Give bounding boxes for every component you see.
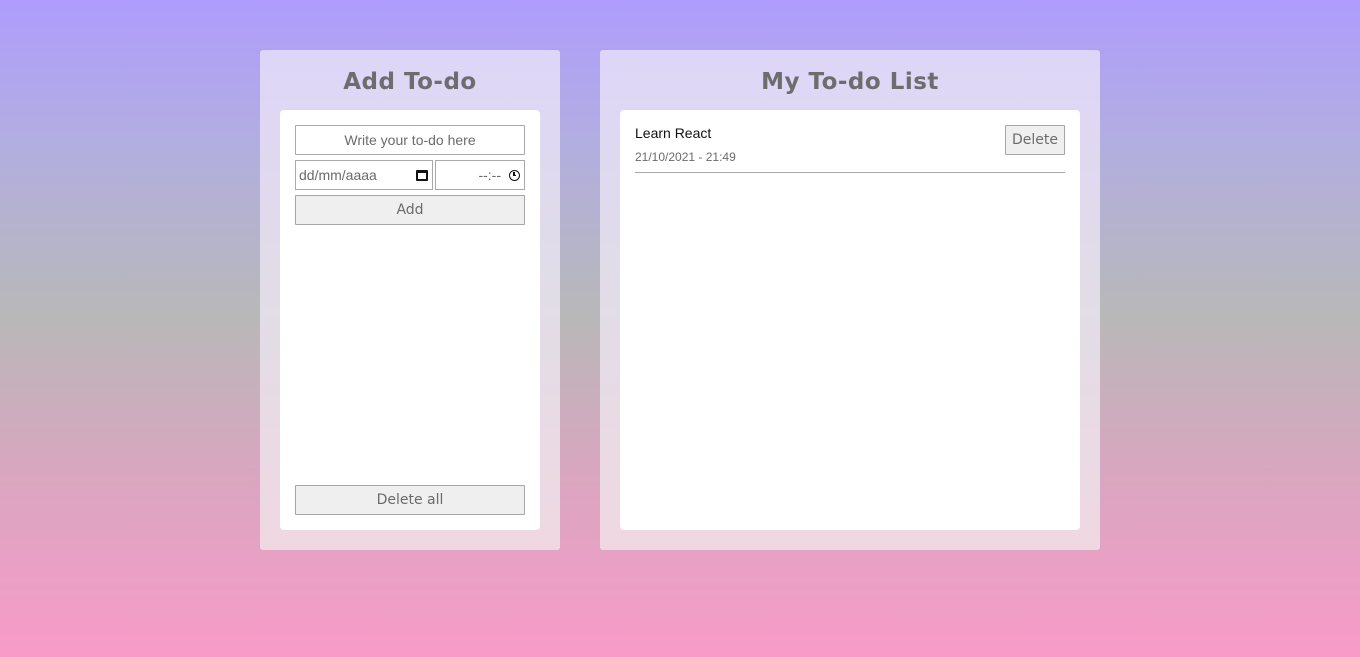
time-input-placeholder: --:-- [478, 167, 501, 183]
add-todo-card: dd/mm/aaaa --:-- Add Delete all [280, 110, 540, 530]
date-input[interactable]: dd/mm/aaaa [295, 160, 433, 190]
add-todo-title: Add To-do [343, 69, 477, 95]
todo-list-panel: My To-do List Learn React 21/10/2021 - 2… [600, 50, 1100, 550]
clock-icon[interactable] [509, 169, 520, 181]
add-button[interactable]: Add [295, 195, 525, 225]
todo-item-title: Learn React [635, 125, 712, 141]
add-todo-panel: Add To-do dd/mm/aaaa --:-- Add Delete al… [260, 50, 560, 550]
date-input-placeholder: dd/mm/aaaa [299, 167, 377, 183]
calendar-icon[interactable] [416, 169, 428, 181]
time-input[interactable]: --:-- [435, 160, 525, 190]
todo-text-input[interactable] [295, 125, 525, 155]
todo-list-card: Learn React 21/10/2021 - 21:49 Delete [620, 110, 1080, 530]
delete-all-button[interactable]: Delete all [295, 485, 525, 515]
todo-list-title: My To-do List [761, 69, 939, 95]
todo-item: Learn React 21/10/2021 - 21:49 Delete [635, 125, 1065, 173]
todo-item-datetime: 21/10/2021 - 21:49 [635, 150, 736, 164]
delete-todo-button[interactable]: Delete [1005, 125, 1065, 155]
